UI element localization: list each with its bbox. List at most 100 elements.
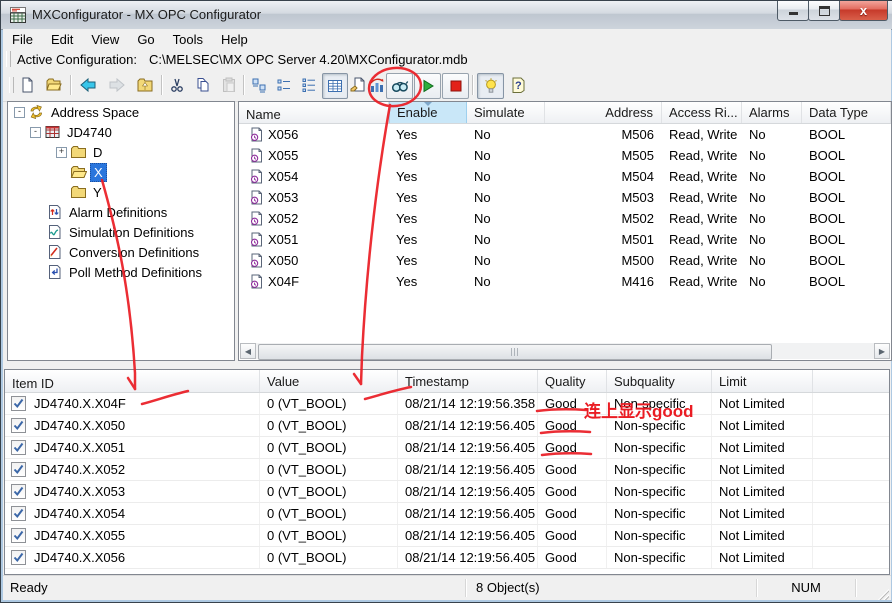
stop-monitor-button[interactable] <box>442 73 469 99</box>
tree-expander[interactable]: - <box>30 127 41 138</box>
horizontal-scrollbar[interactable]: ◀ ▶ <box>240 343 890 359</box>
menu-item[interactable]: Help <box>212 30 257 49</box>
new-document-button[interactable] <box>15 73 39 97</box>
column-header-quality[interactable]: Quality <box>538 370 607 392</box>
item-checkbox[interactable] <box>11 550 26 565</box>
tree-item[interactable]: X <box>8 162 234 182</box>
monitor-row[interactable]: JD4740.X.X056 0 (VT_BOOL) 08/21/14 12:19… <box>5 547 889 569</box>
copy-button[interactable] <box>191 73 215 97</box>
monitor-row[interactable]: JD4740.X.X051 0 (VT_BOOL) 08/21/14 12:19… <box>5 437 889 459</box>
minimize-button[interactable] <box>777 1 809 21</box>
tree-item[interactable]: - JD4740 <box>8 122 234 142</box>
tree-item-label[interactable]: JD4740 <box>64 124 115 141</box>
item-checkbox[interactable] <box>11 440 26 455</box>
column-header-item-id[interactable]: Item ID <box>5 370 260 392</box>
properties-button[interactable] <box>348 73 368 97</box>
tag-name: X04F <box>268 274 299 289</box>
details-view-button[interactable] <box>322 73 348 99</box>
tree-item-label[interactable]: Alarm Definitions <box>66 204 170 221</box>
tag-address: M506 <box>545 127 662 142</box>
item-checkbox[interactable] <box>11 396 26 411</box>
column-header-access-rights[interactable]: Access Ri... <box>662 102 742 123</box>
tree-item-label[interactable]: D <box>90 144 105 161</box>
tree-item-label[interactable]: Y <box>90 184 105 201</box>
tag-row[interactable]: X053 Yes No M503 Read, Write No BOOL <box>239 187 891 208</box>
tag-row[interactable]: X056 Yes No M506 Read, Write No BOOL <box>239 124 891 145</box>
menu-item[interactable]: Tools <box>164 30 212 49</box>
tag-row[interactable]: X054 Yes No M504 Read, Write No BOOL <box>239 166 891 187</box>
tag-row[interactable]: X050 Yes No M500 Read, Write No BOOL <box>239 250 891 271</box>
up-one-level-button[interactable] <box>132 73 157 97</box>
item-id: JD4740.X.X051 <box>34 437 125 458</box>
tree-item[interactable]: Y <box>8 182 234 202</box>
close-button[interactable]: x <box>839 1 888 21</box>
small-icons-view-button[interactable] <box>272 73 296 97</box>
menu-item[interactable]: Edit <box>42 30 82 49</box>
paste-button[interactable] <box>217 73 241 97</box>
tree-item[interactable]: Conversion Definitions <box>8 242 234 262</box>
tree-item[interactable]: Poll Method Definitions <box>8 262 234 282</box>
column-header-timestamp[interactable]: Timestamp <box>398 370 538 392</box>
item-checkbox[interactable] <box>11 418 26 433</box>
forward-button[interactable] <box>103 73 130 97</box>
tree-item[interactable]: + D <box>8 142 234 162</box>
column-header-name[interactable]: Name <box>239 102 389 123</box>
tree-item[interactable]: - Address Space <box>8 102 234 122</box>
cut-button[interactable] <box>165 73 189 97</box>
large-icons-view-button[interactable] <box>247 73 271 97</box>
tree-expander[interactable]: + <box>56 147 67 158</box>
menu-item[interactable]: View <box>82 30 128 49</box>
list-view-button[interactable] <box>297 73 321 97</box>
item-checkbox[interactable] <box>11 484 26 499</box>
tag-data-type: BOOL <box>802 190 891 205</box>
column-header-subquality[interactable]: Subquality <box>607 370 712 392</box>
scroll-right-button[interactable]: ▶ <box>874 343 890 359</box>
tree-item-label[interactable]: Poll Method Definitions <box>66 264 205 281</box>
item-checkbox[interactable] <box>11 506 26 521</box>
back-button[interactable] <box>74 73 101 97</box>
monitor-row[interactable]: JD4740.X.X052 0 (VT_BOOL) 08/21/14 12:19… <box>5 459 889 481</box>
column-header-address[interactable]: Address <box>545 102 662 123</box>
tree-item[interactable]: Simulation Definitions <box>8 222 234 242</box>
tag-row[interactable]: X04F Yes No M416 Read, Write No BOOL <box>239 271 891 292</box>
column-header-simulate[interactable]: Simulate <box>467 102 545 123</box>
tag-name: X055 <box>268 148 298 163</box>
item-checkbox[interactable] <box>11 528 26 543</box>
tree-item-label[interactable]: Address Space <box>48 104 142 121</box>
menu-item[interactable]: Go <box>128 30 163 49</box>
item-checkbox[interactable] <box>11 462 26 477</box>
resize-grip[interactable] <box>875 586 889 600</box>
start-monitor-button[interactable] <box>414 73 441 99</box>
checkmark-icon <box>13 508 24 519</box>
monitor-row[interactable]: JD4740.X.X054 0 (VT_BOOL) 08/21/14 12:19… <box>5 503 889 525</box>
open-folder-button[interactable] <box>42 73 66 97</box>
restore-button[interactable] <box>808 1 840 21</box>
statistics-button[interactable] <box>367 73 387 97</box>
tag-row[interactable]: X051 Yes No M501 Read, Write No BOOL <box>239 229 891 250</box>
monitor-row[interactable]: JD4740.X.X050 0 (VT_BOOL) 08/21/14 12:19… <box>5 415 889 437</box>
monitor-button[interactable] <box>386 73 413 99</box>
monitor-row[interactable]: JD4740.X.X053 0 (VT_BOOL) 08/21/14 12:19… <box>5 481 889 503</box>
scrollbar-thumb[interactable] <box>258 344 772 360</box>
column-header-alarms[interactable]: Alarms <box>742 102 802 123</box>
menu-item[interactable]: File <box>3 30 42 49</box>
tag-row[interactable]: X052 Yes No M502 Read, Write No BOOL <box>239 208 891 229</box>
scroll-left-button[interactable]: ◀ <box>240 343 256 359</box>
column-header-limit[interactable]: Limit <box>712 370 813 392</box>
column-header-enable[interactable]: Enable <box>389 102 467 123</box>
monitor-row[interactable]: JD4740.X.X04F 0 (VT_BOOL) 08/21/14 12:19… <box>5 393 889 415</box>
tree-item-label[interactable]: Simulation Definitions <box>66 224 197 241</box>
tag-enable: Yes <box>389 232 467 247</box>
tag-enable: Yes <box>389 169 467 184</box>
tree-expander[interactable]: - <box>14 107 25 118</box>
tree-item-label[interactable]: Conversion Definitions <box>66 244 202 261</box>
lightbulb-toggle-button[interactable] <box>477 73 504 99</box>
tree-item[interactable]: Alarm Definitions <box>8 202 234 222</box>
item-id: JD4740.X.X052 <box>34 459 125 480</box>
column-header-value[interactable]: Value <box>260 370 398 392</box>
help-button[interactable]: ? <box>505 73 530 97</box>
tree-item-label[interactable]: X <box>90 163 107 182</box>
monitor-row[interactable]: JD4740.X.X055 0 (VT_BOOL) 08/21/14 12:19… <box>5 525 889 547</box>
column-header-data-type[interactable]: Data Type <box>802 102 891 123</box>
tag-row[interactable]: X055 Yes No M505 Read, Write No BOOL <box>239 145 891 166</box>
